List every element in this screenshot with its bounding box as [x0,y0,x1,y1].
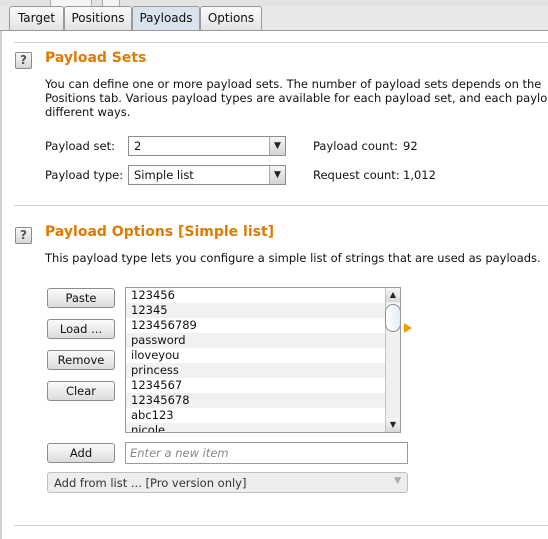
list-item[interactable]: 12345678 [126,393,385,408]
chevron-down-icon: ▼ [394,476,401,486]
list-item[interactable]: abc123 [126,408,385,423]
scroll-down-arrow-icon[interactable]: ▼ [386,418,400,432]
tab-target[interactable]: Target [9,6,64,30]
list-item[interactable]: password [126,333,385,348]
load-button[interactable]: Load ... [47,319,115,339]
scroll-up-arrow-icon[interactable]: ▲ [386,288,400,302]
payload-sets-description-line-3: different ways. [45,105,131,119]
payload-type-value: Simple list [134,168,194,182]
new-item-input[interactable] [130,444,400,462]
payload-list-items: 123456 12345 123456789 password iloveyou… [126,288,385,432]
payload-type-label: Payload type: [45,168,124,182]
clear-button[interactable]: Clear [47,381,115,401]
payload-count-value: 92 [403,139,418,153]
tab-options[interactable]: Options [200,6,262,30]
expand-arrow-icon[interactable] [404,323,412,333]
remove-button[interactable]: Remove [47,350,115,370]
help-icon[interactable]: ? [15,227,32,244]
payload-sets-description-line-1: You can define one or more payload sets.… [45,77,542,91]
payload-options-heading: Payload Options [Simple list] [45,224,275,240]
payload-type-dropdown[interactable]: Simple list ▼ [128,165,286,185]
list-item[interactable]: 123456 [126,288,385,303]
paste-button[interactable]: Paste [47,288,115,308]
payload-options-description: This payload type lets you configure a s… [45,251,541,265]
section-separator [14,205,548,206]
chevron-down-icon: ▼ [269,166,285,184]
payload-sets-description-line-2: Positions tab. Various payload types are… [45,91,548,105]
add-from-list-dropdown[interactable]: Add from list ... [Pro version only] ▼ [47,472,408,493]
list-scrollbar[interactable]: ▲ ▼ [385,288,400,432]
payload-sets-heading: Payload Sets [45,50,147,66]
add-from-list-value: Add from list ... [Pro version only] [54,476,247,490]
tab-positions[interactable]: Positions [64,6,132,30]
scrollbar-thumb[interactable] [385,304,400,332]
payload-set-dropdown[interactable]: 2 ▼ [128,136,286,156]
list-item[interactable]: 1234567 [126,378,385,393]
payload-count-label: Payload count: [313,139,398,153]
list-item[interactable]: 123456789 [126,318,385,333]
new-item-field[interactable] [125,442,408,464]
list-item[interactable]: iloveyou [126,348,385,363]
request-count-value: 1,012 [403,168,436,182]
request-count-label: Request count: [313,168,400,182]
payload-set-value: 2 [134,139,142,153]
section-separator [14,525,548,526]
help-icon[interactable]: ? [15,52,32,69]
tab-payloads[interactable]: Payloads [132,6,200,30]
list-item[interactable]: nicole [126,423,385,432]
panel-left-edge [0,31,2,539]
payload-list[interactable]: 123456 12345 123456789 password iloveyou… [125,287,401,433]
list-item[interactable]: princess [126,363,385,378]
add-button[interactable]: Add [47,443,115,463]
chevron-down-icon: ▼ [269,137,285,155]
list-item[interactable]: 12345 [126,303,385,318]
section-separator [14,42,548,43]
payload-set-label: Payload set: [45,139,115,153]
